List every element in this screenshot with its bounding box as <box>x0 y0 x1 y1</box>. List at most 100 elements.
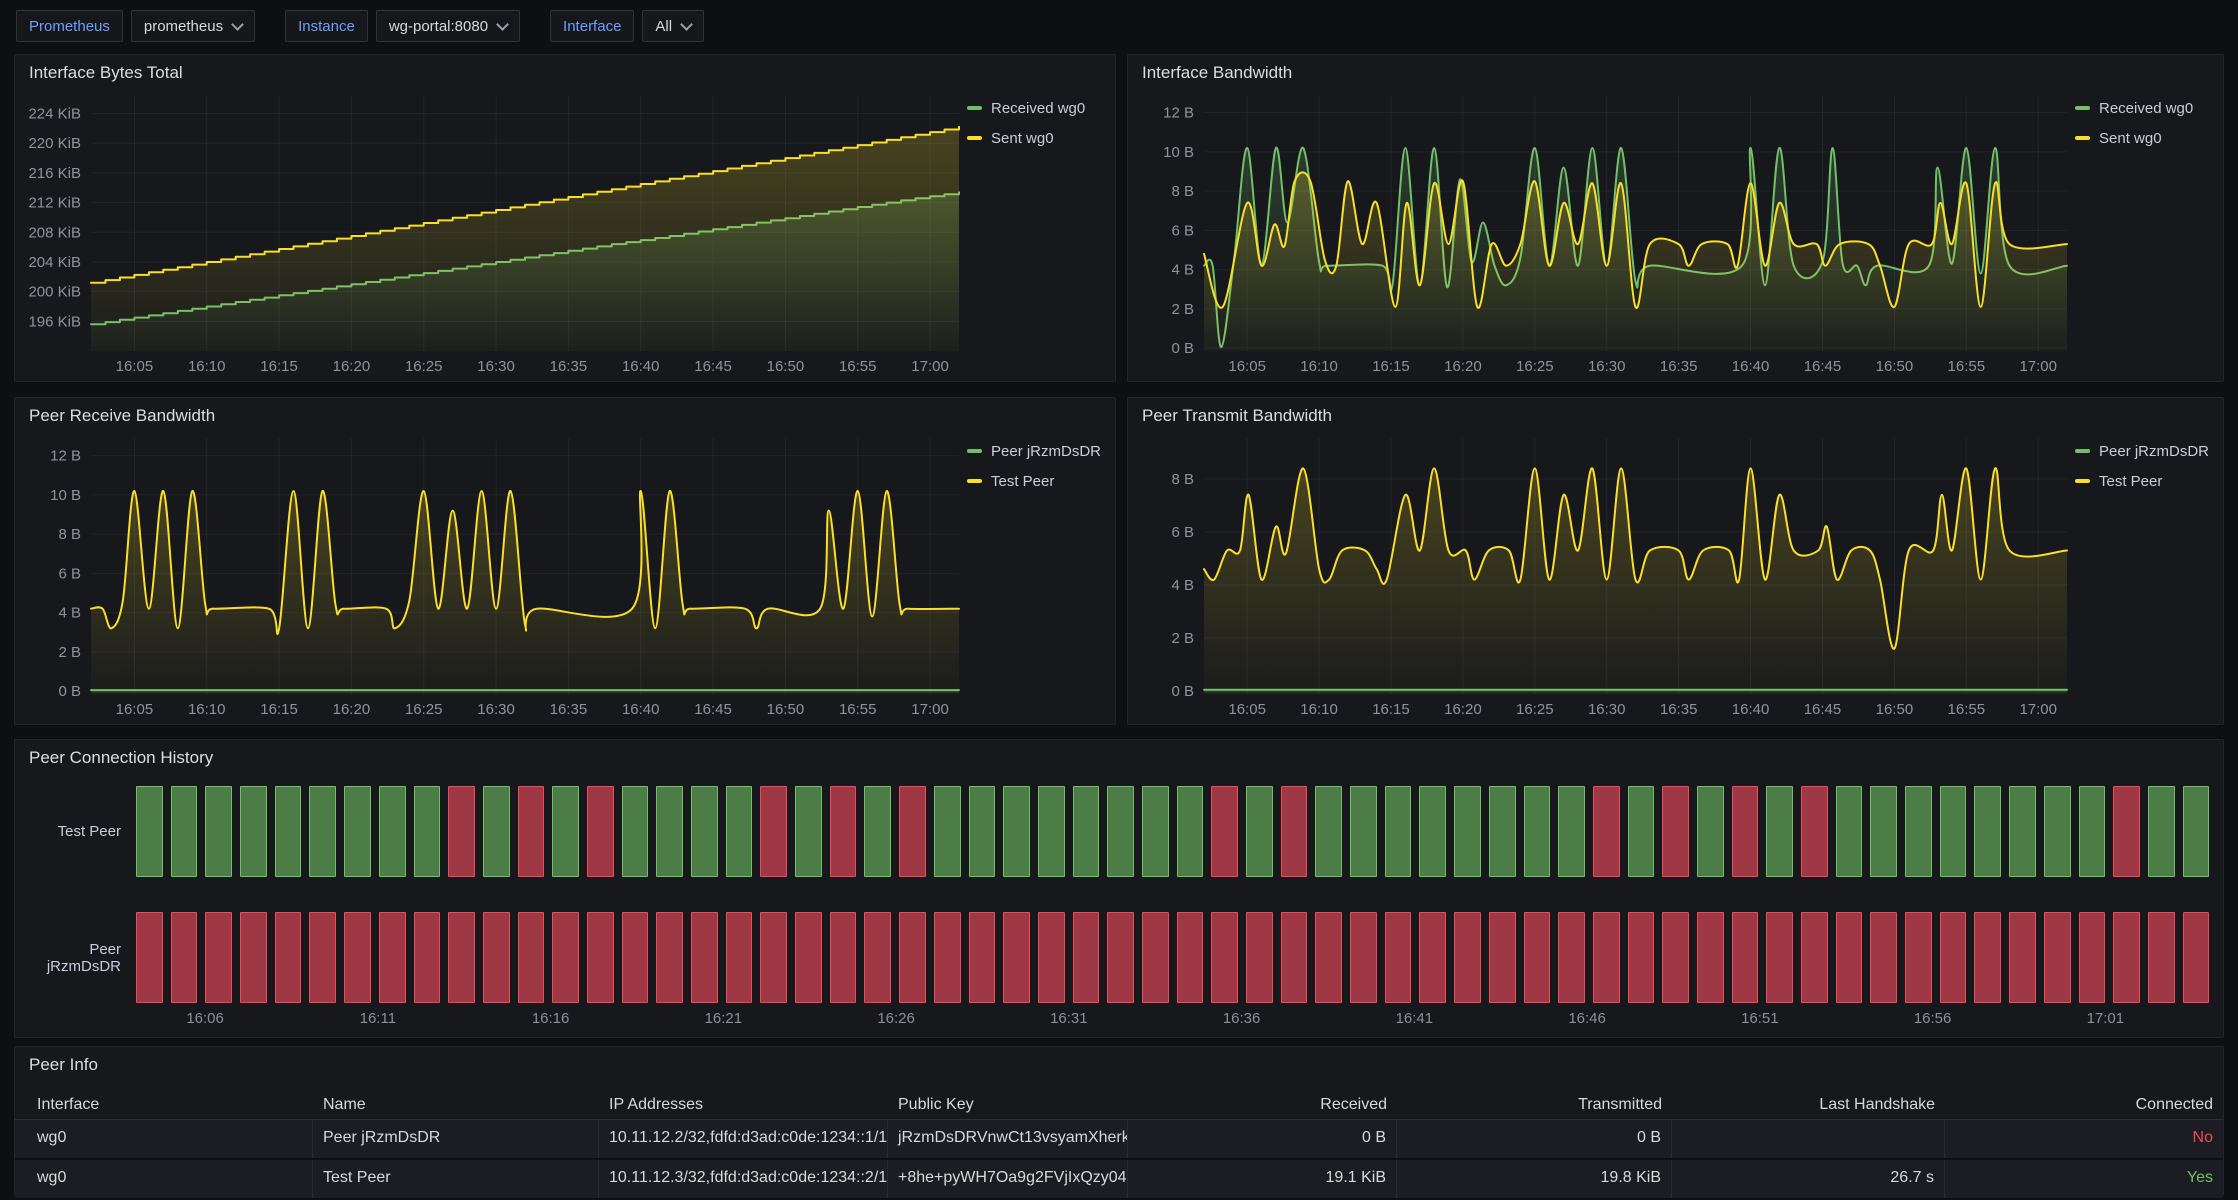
cell-connected: Yes <box>1945 1160 2223 1198</box>
line-chart-svg: 196 KiB200 KiB204 KiB208 KiB212 KiB216 K… <box>21 85 965 377</box>
column-header-last-handshake[interactable]: Last Handshake <box>1672 1096 1945 1114</box>
x-tick-label: 16:41 <box>1396 1010 1434 1027</box>
status-bar-disconnected <box>1142 912 1169 1003</box>
x-tick-label: 16:55 <box>1948 358 1986 375</box>
status-bar-disconnected <box>344 912 371 1003</box>
status-bar-disconnected <box>2044 912 2071 1003</box>
status-bar-disconnected <box>2113 786 2140 877</box>
x-tick-label: 16:30 <box>1588 358 1626 375</box>
column-header-received[interactable]: Received <box>1128 1096 1397 1114</box>
status-bar-connected <box>934 786 961 877</box>
x-tick-label: 16:35 <box>1660 358 1698 375</box>
status-bar-connected <box>1350 786 1377 877</box>
status-bar-disconnected <box>1801 912 1828 1003</box>
status-bar-connected <box>1073 786 1100 877</box>
cell-name: Peer jRzmDsDR <box>313 1120 599 1158</box>
variable-value: wg-portal:8080 <box>389 18 488 35</box>
status-bar-connected <box>136 786 163 877</box>
y-tick-label: 200 KiB <box>28 284 81 301</box>
variable-label-interface[interactable]: Interface <box>550 10 634 42</box>
status-bar-disconnected <box>1940 912 1967 1003</box>
y-tick-label: 196 KiB <box>28 313 81 330</box>
legend-item[interactable]: Sent wg0 <box>2075 123 2211 153</box>
x-tick-label: 16:35 <box>1660 701 1698 718</box>
status-bar-disconnected <box>448 786 475 877</box>
variable-select-instance[interactable]: wg-portal:8080 <box>376 10 520 42</box>
variable-value: prometheus <box>144 18 223 35</box>
panel-title[interactable]: Interface Bandwidth <box>1128 55 2223 83</box>
x-tick-label: 16:35 <box>550 358 588 375</box>
variable-value: All <box>655 18 672 35</box>
status-bar-disconnected <box>1524 912 1551 1003</box>
x-tick-label: 16:56 <box>1914 1010 1952 1027</box>
variable-label-instance[interactable]: Instance <box>285 10 368 42</box>
status-bar-connected <box>1107 786 1134 877</box>
status-bar-connected <box>691 786 718 877</box>
variable-select-interface[interactable]: All <box>642 10 704 42</box>
status-bar-disconnected <box>2113 912 2140 1003</box>
panel-title[interactable]: Peer Transmit Bandwidth <box>1128 398 2223 426</box>
column-header-ip-addresses[interactable]: IP Addresses <box>599 1096 888 1114</box>
status-bar-disconnected <box>587 912 614 1003</box>
legend-swatch-green <box>2075 106 2090 110</box>
chart-area-interface-bytes-total: 196 KiB200 KiB204 KiB208 KiB212 KiB216 K… <box>21 85 965 377</box>
column-header-connected[interactable]: Connected <box>1945 1096 2223 1114</box>
variable-label-prometheus[interactable]: Prometheus <box>16 10 123 42</box>
status-bar-disconnected <box>275 912 302 1003</box>
status-bar-connected <box>969 786 996 877</box>
status-bar-disconnected <box>1662 912 1689 1003</box>
y-tick-label: 12 B <box>50 448 81 465</box>
column-header-public-key[interactable]: Public Key <box>888 1096 1128 1114</box>
status-bar-disconnected <box>587 786 614 877</box>
x-tick-label: 16:10 <box>1300 358 1338 375</box>
x-tick-label: 17:00 <box>911 701 949 718</box>
status-bar-disconnected <box>2183 912 2210 1003</box>
y-tick-label: 2 B <box>1171 301 1194 318</box>
legend-item[interactable]: Test Peer <box>2075 466 2211 496</box>
y-tick-label: 10 B <box>1163 144 1194 161</box>
status-bar-connected <box>1628 786 1655 877</box>
status-bar-disconnected <box>830 912 857 1003</box>
panel-title[interactable]: Peer Info <box>15 1047 2223 1075</box>
legend-item[interactable]: Sent wg0 <box>967 123 1103 153</box>
series-area <box>91 491 959 694</box>
panel-title[interactable]: Interface Bytes Total <box>15 55 1115 83</box>
status-bar-disconnected <box>2079 912 2106 1003</box>
legend-item[interactable]: Test Peer <box>967 466 1103 496</box>
x-tick-label: 17:01 <box>2087 1010 2125 1027</box>
status-bar-connected <box>1454 786 1481 877</box>
panel-title[interactable]: Peer Connection History <box>15 740 2223 768</box>
x-tick-label: 16:31 <box>1050 1010 1088 1027</box>
legend-item[interactable]: Received wg0 <box>967 93 1103 123</box>
column-header-name[interactable]: Name <box>313 1096 599 1114</box>
cell-transmitted: 0 B <box>1397 1120 1672 1158</box>
status-bar-connected <box>483 786 510 877</box>
line-chart-svg: 0 B2 B4 B6 B8 B10 B12 B16:0516:1016:1516… <box>21 428 965 720</box>
y-tick-label: 6 B <box>58 565 81 582</box>
x-tick-label: 16:26 <box>877 1010 915 1027</box>
panel-title[interactable]: Peer Receive Bandwidth <box>15 398 1115 426</box>
y-tick-label: 220 KiB <box>28 135 81 152</box>
legend-label: Test Peer <box>2099 473 2162 490</box>
column-header-interface[interactable]: Interface <box>15 1096 313 1114</box>
status-bar-disconnected <box>448 912 475 1003</box>
legend-swatch-yellow <box>967 479 982 483</box>
legend-label: Sent wg0 <box>2099 130 2162 147</box>
legend-item[interactable]: Received wg0 <box>2075 93 2211 123</box>
status-bar-connected <box>1246 786 1273 877</box>
column-header-transmitted[interactable]: Transmitted <box>1397 1096 1672 1114</box>
chevron-down-icon <box>496 18 509 31</box>
variable-select-prometheus[interactable]: prometheus <box>131 10 255 42</box>
history-row-test-peer <box>136 786 2209 877</box>
status-bar-disconnected <box>1489 912 1516 1003</box>
status-bar-disconnected <box>1593 786 1620 877</box>
x-tick-label: 16:10 <box>1300 701 1338 718</box>
legend: Peer jRzmDsDR Test Peer <box>2075 436 2211 496</box>
legend-item[interactable]: Peer jRzmDsDR <box>967 436 1103 466</box>
panel-interface-bandwidth: Interface Bandwidth 0 B2 B4 B6 B8 B10 B1… <box>1127 54 2224 382</box>
x-tick-label: 16:25 <box>1516 701 1554 718</box>
x-tick-label: 17:00 <box>2019 358 2057 375</box>
chart-area-peer-transmit-bandwidth: 0 B2 B4 B6 B8 B16:0516:1016:1516:2016:25… <box>1134 428 2073 720</box>
line-chart-svg: 0 B2 B4 B6 B8 B10 B12 B16:0516:1016:1516… <box>1134 85 2073 377</box>
legend-item[interactable]: Peer jRzmDsDR <box>2075 436 2211 466</box>
